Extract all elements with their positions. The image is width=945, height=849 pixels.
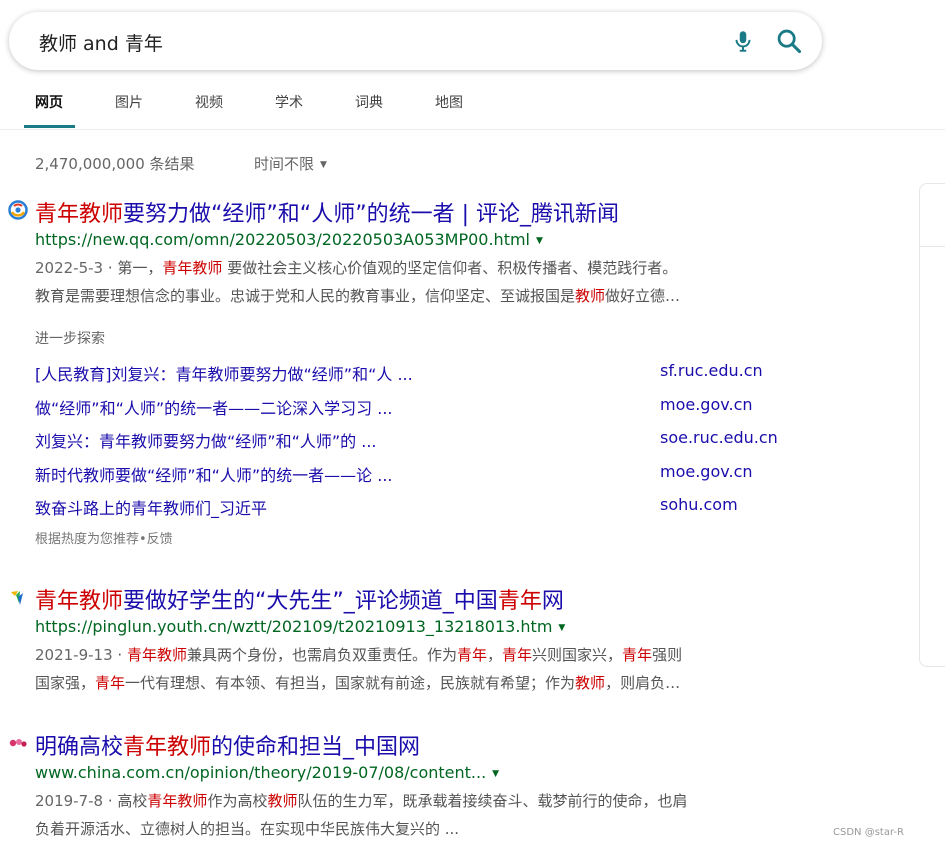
watermark: CSDN @star-R: [833, 827, 904, 838]
active-tab-indicator: [24, 125, 75, 128]
result-url-text: www.china.com.cn/opinion/theory/2019-07/…: [35, 763, 487, 782]
tab-academic[interactable]: 学术: [275, 92, 303, 126]
result-count: 2,470,000,000 条结果: [35, 155, 195, 173]
search-icon[interactable]: [775, 27, 803, 55]
title-text: 要做好学生的“大先生”_评论频道_中国: [123, 589, 498, 614]
title-text: 要努力做“经师”和“人师”的统一者 | 评论_腾讯新闻: [123, 202, 620, 227]
snippet-text: 兼具两个身份，也需肩负双重责任。作为: [186, 646, 457, 664]
tab-web[interactable]: 网页: [35, 92, 63, 126]
snippet-highlight: 青年: [95, 674, 126, 692]
explore-link[interactable]: 致奋斗路上的青年教师们_习近平: [35, 495, 267, 519]
snippet-line: 2022-5-3 · 第一，青年教师 要做社会主义核心价值观的坚定信仰者、积极传…: [35, 259, 678, 277]
snippet-text: 作为高校: [207, 792, 268, 810]
explore-domain[interactable]: soe.ruc.edu.cn: [660, 428, 778, 447]
snippet-text: 教育是需要理想信念的事业。忠诚于党和人民的教育事业，信仰坚定、至诚报国是: [35, 287, 576, 305]
result-snippet: 2021-9-13 · 青年教师兼具两个身份，也需肩负双重责任。作为青年，青年兴…: [35, 641, 795, 697]
result-date: 2021-9-13: [35, 646, 113, 664]
snippet-line: 负着开源活水、立德树人的担当。在实现中华民族伟大复兴的 ...: [35, 815, 795, 843]
snippet-text: 强则: [652, 646, 683, 664]
explore-item: 致奋斗路上的青年教师们_习近平 sohu.com: [35, 495, 795, 521]
snippet-text: 高校: [117, 792, 148, 810]
snippet-text: 国家强，: [35, 674, 96, 692]
title-text: 的使命和担当_中国网: [211, 735, 421, 760]
explore-further-label: 进一步探索: [35, 331, 105, 347]
snippet-line: 2021-9-13 · 青年教师兼具两个身份，也需肩负双重责任。作为青年，青年兴…: [35, 646, 683, 664]
result-url[interactable]: www.china.com.cn/opinion/theory/2019-07/…: [35, 763, 499, 782]
title-highlight: 青年教师: [123, 735, 212, 760]
snippet-text: 一代有理想、有本领、有担当，国家就有前途，民族就有希望；作为: [125, 674, 576, 692]
title-highlight: 青年教师: [35, 589, 124, 614]
snippet-highlight: 青年教师: [147, 792, 208, 810]
search-box: [9, 12, 822, 70]
result-snippet: 2019-7-8 · 高校青年教师作为高校教师队伍的生力军，既承载着接续奋斗、载…: [35, 787, 795, 843]
result-title-link[interactable]: 青年教师要努力做“经师”和“人师”的统一者 | 评论_腾讯新闻: [35, 196, 619, 228]
result-url[interactable]: https://pinglun.youth.cn/wztt/202109/t20…: [35, 617, 565, 636]
title-highlight: 青年教师: [35, 202, 124, 227]
snippet-text: 队伍的生力军，既承载着接续奋斗、载梦前行的使命，也肩: [297, 792, 688, 810]
result-url[interactable]: https://new.qq.com/omn/20220503/20220503…: [35, 230, 543, 249]
snippet-highlight: 青年教师: [162, 259, 223, 277]
side-panel: [919, 183, 945, 667]
snippet-text: 兴则国家兴，: [532, 646, 623, 664]
caret-down-icon[interactable]: ▼: [536, 236, 543, 246]
explore-link[interactable]: 新时代教师要做“经师”和“人师”的统一者——论 ...: [35, 462, 393, 486]
time-filter-dropdown[interactable]: 时间不限 ▼: [254, 153, 327, 174]
caret-down-icon: ▼: [320, 160, 327, 170]
time-filter-label: 时间不限: [254, 155, 315, 173]
caret-down-icon[interactable]: ▼: [492, 769, 499, 779]
snippet-highlight: 青年: [502, 646, 533, 664]
explore-domain[interactable]: sohu.com: [660, 495, 738, 514]
search-tabs: 网页 图片 视频 学术 词典 地图: [0, 82, 945, 130]
youth-favicon-icon: [11, 591, 23, 605]
result-title-link[interactable]: 明确高校青年教师的使命和担当_中国网: [35, 729, 420, 761]
snippet-text: 做好立德…: [605, 287, 681, 305]
snippet-line: 2019-7-8 · 高校青年教师作为高校教师队伍的生力军，既承载着接续奋斗、载…: [35, 792, 688, 810]
explore-item: [人民教育]刘复兴：青年教师要努力做“经师”和“人 ... sf.ruc.edu…: [35, 361, 795, 387]
side-panel-divider: [920, 246, 945, 247]
snippet-text: ，则肩负…: [605, 674, 681, 692]
microphone-icon[interactable]: [730, 28, 756, 54]
tabs-divider: [0, 129, 945, 130]
explore-link[interactable]: [人民教育]刘复兴：青年教师要努力做“经师”和“人 ...: [35, 361, 413, 385]
tencent-news-favicon-icon: [8, 200, 28, 220]
explore-domain[interactable]: sf.ruc.edu.cn: [660, 361, 763, 380]
explore-link[interactable]: 做“经师”和“人师”的统一者——二论深入学习习 ...: [35, 395, 393, 419]
tab-videos[interactable]: 视频: [195, 92, 223, 126]
snippet-line: 国家强，青年一代有理想、有本领、有担当，国家就有前途，民族就有希望；作为教师，则…: [35, 669, 795, 697]
snippet-highlight: 青年: [456, 646, 487, 664]
tab-images[interactable]: 图片: [115, 92, 143, 126]
result-url-text: https://pinglun.youth.cn/wztt/202109/t20…: [35, 617, 553, 636]
explore-item: 刘复兴：青年教师要努力做“经师”和“人师”的 ... soe.ruc.edu.c…: [35, 428, 795, 454]
result-url-text: https://new.qq.com/omn/20220503/20220503…: [35, 230, 530, 249]
result-date: 2019-7-8: [35, 792, 104, 810]
explore-feedback-link[interactable]: 根据热度为您推荐•反馈: [35, 528, 173, 547]
snippet-highlight: 青年: [622, 646, 653, 664]
snippet-highlight: 青年教师: [126, 646, 187, 664]
snippet-highlight: 教师: [575, 287, 606, 305]
snippet-text: 负着开源活水、立德树人的担当。在实现中华民族伟大复兴的 ...: [35, 820, 460, 838]
china-com-favicon-icon: [9, 739, 27, 747]
result-title-link[interactable]: 青年教师要做好学生的“大先生”_评论频道_中国青年网: [35, 583, 564, 615]
explore-item: 做“经师”和“人师”的统一者——二论深入学习习 ... moe.gov.cn: [35, 395, 795, 421]
explore-link[interactable]: 刘复兴：青年教师要努力做“经师”和“人师”的 ...: [35, 428, 377, 452]
snippet-highlight: 教师: [575, 674, 606, 692]
explore-item: 新时代教师要做“经师”和“人师”的统一者——论 ... moe.gov.cn: [35, 462, 795, 488]
result-date: 2022-5-3: [35, 259, 104, 277]
title-highlight: 青年: [497, 589, 542, 614]
snippet-text: ，: [487, 646, 503, 664]
snippet-highlight: 教师: [267, 792, 298, 810]
title-text: 网: [541, 589, 564, 614]
snippet-text: 要做社会主义核心价值观的坚定信仰者、积极传播者、模范践行者。: [222, 259, 678, 277]
search-input[interactable]: [37, 26, 701, 58]
result-snippet: 2022-5-3 · 第一，青年教师 要做社会主义核心价值观的坚定信仰者、积极传…: [35, 254, 795, 310]
explore-domain[interactable]: moe.gov.cn: [660, 462, 753, 481]
caret-down-icon[interactable]: ▼: [558, 623, 565, 633]
tab-maps[interactable]: 地图: [435, 92, 463, 126]
snippet-line: 教育是需要理想信念的事业。忠诚于党和人民的教育事业，信仰坚定、至诚报国是教师做好…: [35, 282, 795, 310]
snippet-text: 第一，: [117, 259, 163, 277]
tab-dictionary[interactable]: 词典: [355, 92, 383, 126]
explore-domain[interactable]: moe.gov.cn: [660, 395, 753, 414]
title-text: 明确高校: [35, 735, 124, 760]
